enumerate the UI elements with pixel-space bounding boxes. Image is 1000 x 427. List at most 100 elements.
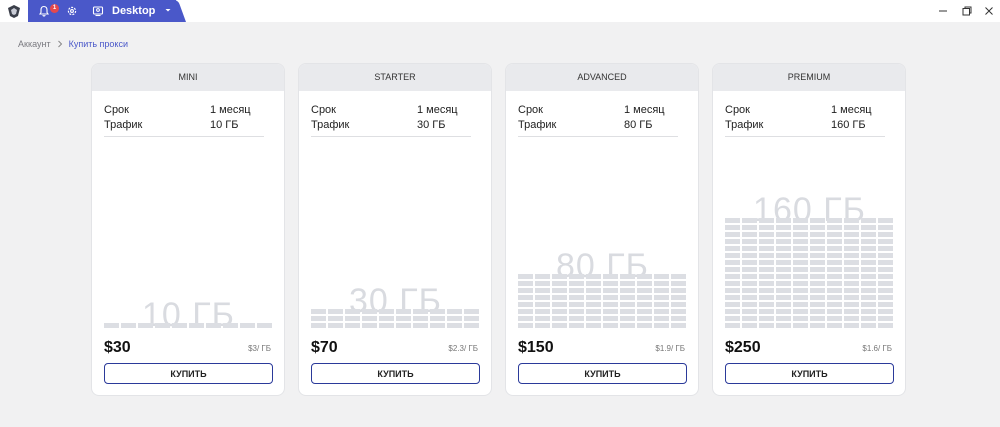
traffic-cell — [759, 239, 774, 244]
term-label: Срок — [104, 104, 129, 116]
desktop-profile-button[interactable] — [90, 3, 106, 19]
buy-button-starter[interactable]: КУПИТЬ — [311, 363, 480, 384]
traffic-cell — [396, 323, 411, 328]
traffic-cell — [844, 260, 859, 265]
plan-card-mini: MINI Срок 1 месяц Трафик 10 ГБ 10 ГБ $30 $… — [91, 63, 285, 396]
traffic-cell — [464, 316, 479, 321]
divider — [518, 136, 678, 137]
traffic-cell — [637, 274, 652, 279]
traffic-cell — [569, 281, 584, 286]
traffic-cell — [637, 295, 652, 300]
traffic-cell — [844, 295, 859, 300]
traffic-cell — [827, 281, 842, 286]
buy-button-mini[interactable]: КУПИТЬ — [104, 363, 273, 384]
traffic-cell — [827, 225, 842, 230]
plan-name: ADVANCED — [506, 64, 698, 91]
traffic-cell — [345, 323, 360, 328]
traffic-cell — [430, 316, 445, 321]
traffic-grid — [518, 274, 687, 328]
traffic-cell — [172, 323, 187, 328]
traffic-cell — [878, 302, 893, 307]
traffic-cell — [793, 239, 808, 244]
traffic-cell — [793, 295, 808, 300]
plan-card-starter: STARTER Срок 1 месяц Трафик 30 ГБ 30 ГБ $7… — [298, 63, 492, 396]
traffic-cell — [725, 267, 740, 272]
traffic-cell — [535, 274, 550, 279]
traffic-cell — [620, 316, 635, 321]
traffic-cell — [759, 274, 774, 279]
plan-price: $30 — [104, 339, 131, 356]
traffic-cell — [725, 225, 740, 230]
breadcrumb-account[interactable]: Аккаунт — [18, 39, 51, 49]
traffic-cell — [793, 316, 808, 321]
traffic-cell — [759, 218, 774, 223]
traffic-cell — [742, 323, 757, 328]
settings-button[interactable] — [64, 3, 80, 19]
traffic-cell — [654, 274, 669, 279]
traffic-cell — [861, 302, 876, 307]
traffic-cell — [671, 295, 686, 300]
buy-button-premium[interactable]: КУПИТЬ — [725, 363, 894, 384]
traffic-cell — [725, 260, 740, 265]
traffic-cell — [827, 316, 842, 321]
traffic-cell — [311, 316, 326, 321]
traffic-cell — [861, 232, 876, 237]
traffic-cell — [654, 281, 669, 286]
traffic-cell — [155, 323, 170, 328]
price-per-gb: $1.6/ ГБ — [862, 344, 892, 353]
traffic-cell — [827, 232, 842, 237]
traffic-cell — [759, 253, 774, 258]
traffic-cell — [396, 309, 411, 314]
traffic-cell — [671, 309, 686, 314]
chevron-down-icon[interactable] — [162, 4, 174, 16]
buy-button-advanced[interactable]: КУПИТЬ — [518, 363, 687, 384]
traffic-cell — [844, 288, 859, 293]
notifications-button[interactable]: 1 — [36, 3, 59, 19]
traffic-cell — [138, 323, 153, 328]
traffic-cell — [759, 288, 774, 293]
traffic-cell — [742, 225, 757, 230]
traffic-cell — [552, 316, 567, 321]
traffic-cell — [844, 232, 859, 237]
traffic-cell — [413, 309, 428, 314]
close-icon[interactable] — [982, 4, 996, 18]
traffic-cell — [776, 239, 791, 244]
traffic-cell — [827, 218, 842, 223]
traffic-label: Трафик — [518, 119, 557, 131]
traffic-cell — [793, 232, 808, 237]
minimize-icon[interactable] — [936, 4, 950, 18]
traffic-cell — [552, 274, 567, 279]
traffic-cell — [844, 225, 859, 230]
traffic-cell — [759, 225, 774, 230]
traffic-cell — [776, 232, 791, 237]
traffic-cell — [810, 281, 825, 286]
breadcrumb: Аккаунт Купить прокси — [18, 39, 128, 49]
traffic-cell — [759, 295, 774, 300]
traffic-cell — [603, 281, 618, 286]
tab-desktop-label[interactable]: Desktop — [112, 5, 155, 17]
traffic-cell — [742, 302, 757, 307]
traffic-cell — [742, 218, 757, 223]
traffic-cell — [776, 274, 791, 279]
traffic-cell — [810, 232, 825, 237]
traffic-cell — [328, 323, 343, 328]
traffic-cell — [379, 316, 394, 321]
traffic-cell — [776, 302, 791, 307]
traffic-cell — [535, 302, 550, 307]
traffic-cell — [759, 302, 774, 307]
traffic-cell — [810, 246, 825, 251]
traffic-cell — [844, 281, 859, 286]
traffic-cell — [671, 316, 686, 321]
traffic-cell — [189, 323, 204, 328]
traffic-cell — [742, 260, 757, 265]
traffic-cell — [725, 316, 740, 321]
traffic-cell — [620, 288, 635, 293]
traffic-cell — [844, 253, 859, 258]
restore-icon[interactable] — [960, 4, 974, 18]
traffic-cell — [793, 260, 808, 265]
traffic-cell — [827, 246, 842, 251]
traffic-cell — [759, 267, 774, 272]
traffic-cell — [569, 323, 584, 328]
traffic-cell — [257, 323, 272, 328]
plan-name: MINI — [92, 64, 284, 91]
